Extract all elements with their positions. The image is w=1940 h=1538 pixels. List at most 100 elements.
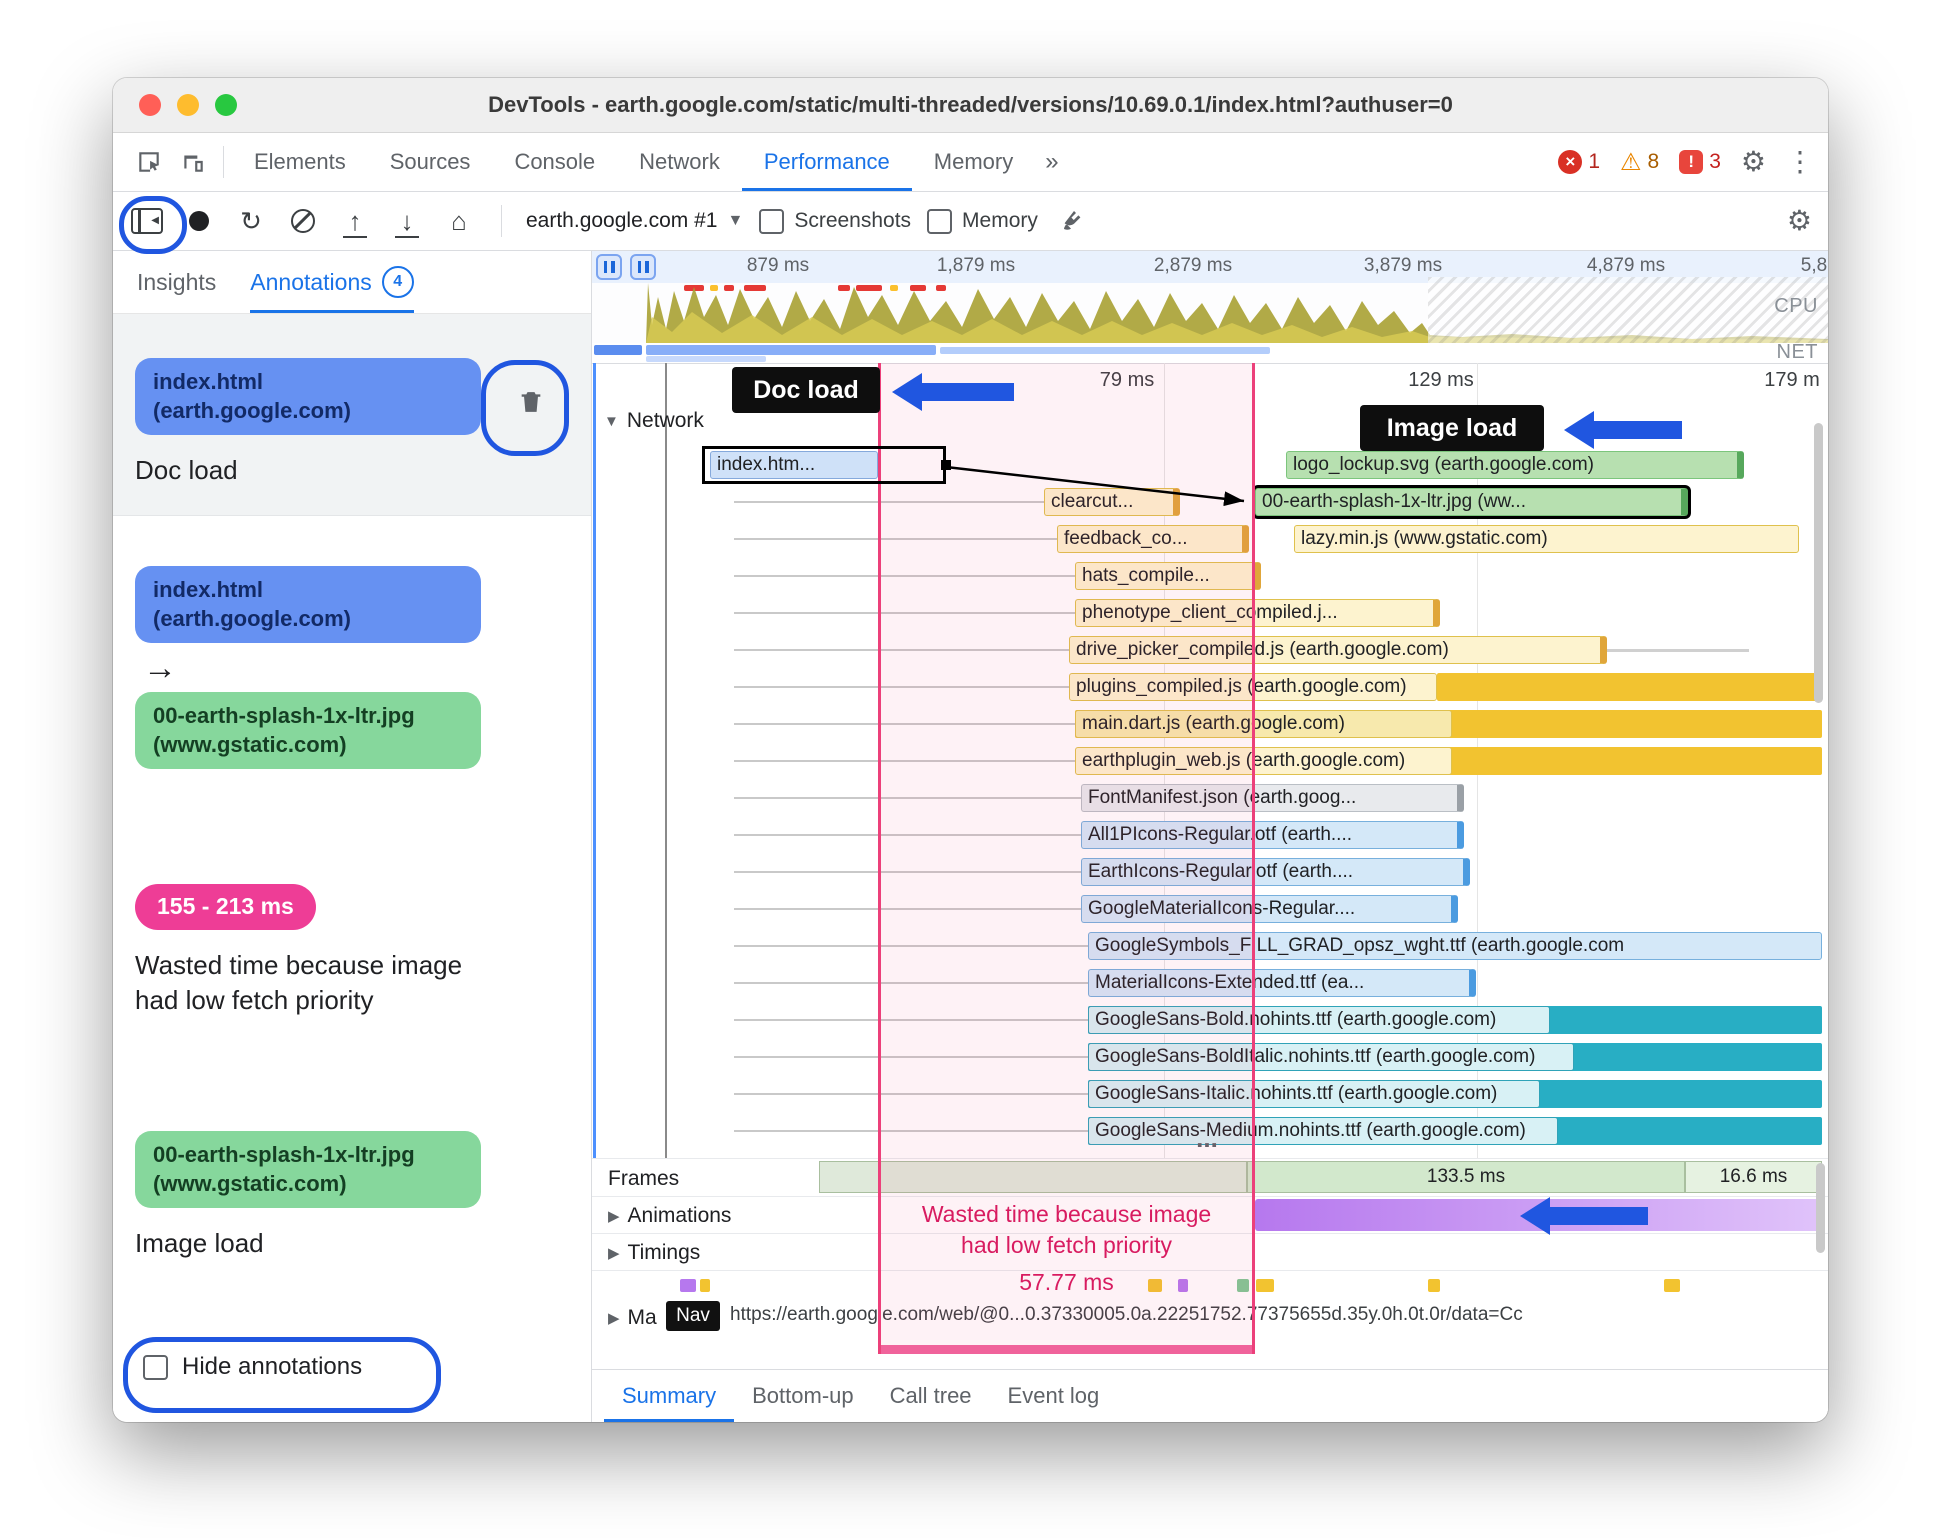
settings-gear-icon[interactable]: ⚙ bbox=[1741, 148, 1766, 176]
reload-and-record-button[interactable]: ↻ bbox=[233, 203, 269, 239]
network-request[interactable]: GoogleMaterialIcons-Regular.... bbox=[1081, 895, 1458, 923]
capture-settings-gear-icon[interactable]: ⚙ bbox=[1787, 207, 1812, 235]
arrow-right-icon: → bbox=[143, 649, 177, 688]
frames-track-segment[interactable] bbox=[819, 1161, 1247, 1193]
issues-badge[interactable]: ! 3 bbox=[1679, 150, 1721, 174]
request-start-line bbox=[734, 686, 1069, 688]
network-request[interactable]: EarthIcons-Regular.otf (earth.... bbox=[1081, 858, 1470, 886]
tab-memory[interactable]: Memory bbox=[912, 133, 1035, 191]
scrollbar-thumb[interactable] bbox=[1814, 423, 1823, 703]
main-track-fragment bbox=[700, 1279, 710, 1292]
tab-summary[interactable]: Summary bbox=[604, 1370, 734, 1422]
annotation-chip-index-html[interactable]: index.html (earth.google.com) bbox=[135, 358, 481, 436]
network-request[interactable]: GoogleSymbols_FILL_GRAD_opsz_wght.ttf (e… bbox=[1088, 932, 1822, 960]
annotation-chip-splash-image[interactable]: 00-earth-splash-1x-ltr.jpg (www.gstatic.… bbox=[135, 692, 481, 770]
window-title: DevTools - earth.google.com/static/multi… bbox=[488, 92, 1453, 117]
inspect-element-icon[interactable] bbox=[127, 133, 171, 191]
network-request[interactable]: plugins_compiled.js (earth.google.com) bbox=[1069, 673, 1437, 701]
main-track-fragment bbox=[1148, 1279, 1162, 1292]
tab-event-log[interactable]: Event log bbox=[990, 1370, 1118, 1422]
toggle-sidebar-button[interactable] bbox=[129, 203, 165, 239]
animations-track-label[interactable]: ▶ Animations bbox=[608, 1204, 731, 1228]
main-track-fragment bbox=[1256, 1279, 1274, 1292]
network-request[interactable]: main.dart.js (earth.google.com) bbox=[1075, 710, 1452, 738]
scrollbar-thumb[interactable] bbox=[1816, 1163, 1825, 1253]
frames-track-label[interactable]: Frames bbox=[608, 1167, 679, 1191]
divider bbox=[223, 146, 224, 178]
network-request[interactable]: lazy.min.js (www.gstatic.com) bbox=[1294, 525, 1799, 553]
network-track-header[interactable]: ▼ Network bbox=[604, 409, 704, 433]
ruler-tick-label: 2,879 ms bbox=[1153, 255, 1233, 276]
console-warnings-badge[interactable]: ⚠ 8 bbox=[1620, 148, 1659, 177]
delete-annotation-button[interactable] bbox=[509, 378, 553, 426]
close-window-button[interactable] bbox=[139, 94, 161, 116]
annotation-entry-doc-load[interactable]: index.html (earth.google.com) Doc load bbox=[113, 314, 591, 516]
network-request[interactable]: drive_picker_compiled.js (earth.google.c… bbox=[1069, 636, 1607, 664]
issue-icon: ! bbox=[1679, 150, 1704, 174]
screenshots-checkbox[interactable]: Screenshots bbox=[759, 208, 911, 234]
ruler-tick-label: 1,879 ms bbox=[936, 255, 1016, 276]
timings-track-label[interactable]: ▶ Timings bbox=[608, 1241, 700, 1265]
network-activity-bar bbox=[646, 345, 936, 355]
frames-track-segment[interactable]: 133.5 ms bbox=[1247, 1161, 1685, 1193]
zoom-window-button[interactable] bbox=[215, 94, 237, 116]
tab-call-tree[interactable]: Call tree bbox=[872, 1370, 990, 1422]
collect-garbage-icon[interactable] bbox=[1054, 203, 1090, 239]
annotation-chip-index-html[interactable]: index.html (earth.google.com) bbox=[135, 566, 481, 644]
overview-network-strip bbox=[592, 343, 1828, 363]
annotation-chip-time-range[interactable]: 155 - 213 ms bbox=[135, 884, 316, 930]
selection-handle[interactable] bbox=[941, 460, 951, 470]
network-request[interactable]: clearcut... bbox=[1044, 488, 1180, 516]
frames-track-segment[interactable]: 16.6 ms bbox=[1685, 1161, 1822, 1193]
network-request[interactable]: GoogleSans-Bold.nohints.ttf (earth.googl… bbox=[1088, 1006, 1550, 1034]
network-request[interactable]: MaterialIcons-Extended.ttf (ea... bbox=[1088, 969, 1476, 997]
network-request[interactable]: earthplugin_web.js (earth.google.com) bbox=[1075, 747, 1452, 775]
tab-bottom-up[interactable]: Bottom-up bbox=[734, 1370, 872, 1422]
arrow-left-icon bbox=[1564, 411, 1682, 449]
tab-network[interactable]: Network bbox=[617, 133, 742, 191]
annotation-entry-wasted-time[interactable]: 155 - 213 ms Wasted time because image h… bbox=[113, 856, 591, 1131]
device-toolbar-icon[interactable] bbox=[171, 133, 215, 191]
network-request[interactable]: All1PIcons-Regular.otf (earth.... bbox=[1081, 821, 1464, 849]
annotation-chip-splash-image[interactable]: 00-earth-splash-1x-ltr.jpg (www.gstatic.… bbox=[135, 1131, 481, 1209]
kebab-menu-icon[interactable]: ⋮ bbox=[1786, 148, 1814, 176]
console-errors-badge[interactable]: × 1 bbox=[1558, 150, 1600, 174]
network-request[interactable]: hats_compile... bbox=[1075, 562, 1261, 590]
record-button[interactable] bbox=[181, 203, 217, 239]
annotation-entry-link[interactable]: index.html (earth.google.com) → 00-earth… bbox=[113, 516, 591, 856]
main-track-fragment bbox=[680, 1279, 696, 1292]
tab-annotations[interactable]: Annotations 4 bbox=[250, 251, 414, 313]
network-request[interactable]: feedback_co... bbox=[1057, 525, 1249, 553]
hide-annotations-checkbox[interactable]: Hide annotations bbox=[143, 1353, 362, 1381]
tab-elements[interactable]: Elements bbox=[232, 133, 368, 191]
target-selector[interactable]: earth.google.com #1 ▼ bbox=[526, 209, 743, 233]
network-request[interactable]: GoogleSans-BoldItalic.nohints.ttf (earth… bbox=[1088, 1043, 1574, 1071]
main-split: Insights Annotations 4 index.html (earth… bbox=[113, 251, 1828, 1422]
network-request[interactable]: FontManifest.json (earth.goog... bbox=[1081, 784, 1464, 812]
tab-sources[interactable]: Sources bbox=[368, 133, 493, 191]
annotation-entry-image-load[interactable]: 00-earth-splash-1x-ltr.jpg (www.gstatic.… bbox=[113, 1131, 591, 1346]
clear-button[interactable] bbox=[285, 203, 321, 239]
more-tabs-button[interactable]: » bbox=[1035, 133, 1068, 191]
network-request[interactable]: 00-earth-splash-1x-ltr.jpg (ww... bbox=[1255, 488, 1688, 516]
main-track-url: https://earth.google.com/web/@0...0.3733… bbox=[730, 1304, 1523, 1325]
tab-performance[interactable]: Performance bbox=[742, 133, 912, 191]
devtools-tabbar: Elements Sources Console Network Performance… bbox=[113, 133, 1828, 192]
memory-checkbox[interactable]: Memory bbox=[927, 208, 1038, 234]
home-button[interactable]: ⌂ bbox=[441, 203, 477, 239]
ruler-tick-label: 879 ms bbox=[746, 255, 810, 276]
network-request[interactable]: logo_lockup.svg (earth.google.com) bbox=[1286, 451, 1744, 479]
more-rows-ellipsis[interactable]: ... bbox=[1152, 1123, 1262, 1154]
load-profile-button[interactable]: ↑ bbox=[337, 203, 373, 239]
doc-request-selection-frame[interactable] bbox=[702, 446, 946, 484]
network-request[interactable]: GoogleSans-Italic.nohints.ttf (earth.goo… bbox=[1088, 1080, 1540, 1108]
network-request[interactable]: phenotype_client_compiled.j... bbox=[1075, 599, 1440, 627]
save-profile-button[interactable]: ↓ bbox=[389, 203, 425, 239]
main-track-label[interactable]: ▶ Ma bbox=[608, 1306, 657, 1330]
tab-console[interactable]: Console bbox=[492, 133, 617, 191]
tab-insights[interactable]: Insights bbox=[137, 251, 216, 313]
request-start-line bbox=[734, 945, 1088, 947]
minimize-window-button[interactable] bbox=[177, 94, 199, 116]
timeline-overview[interactable]: 879 ms 1,879 ms 2,879 ms 3,879 ms 4,879 ms 5,… bbox=[592, 251, 1828, 364]
request-start-line bbox=[734, 723, 1075, 725]
